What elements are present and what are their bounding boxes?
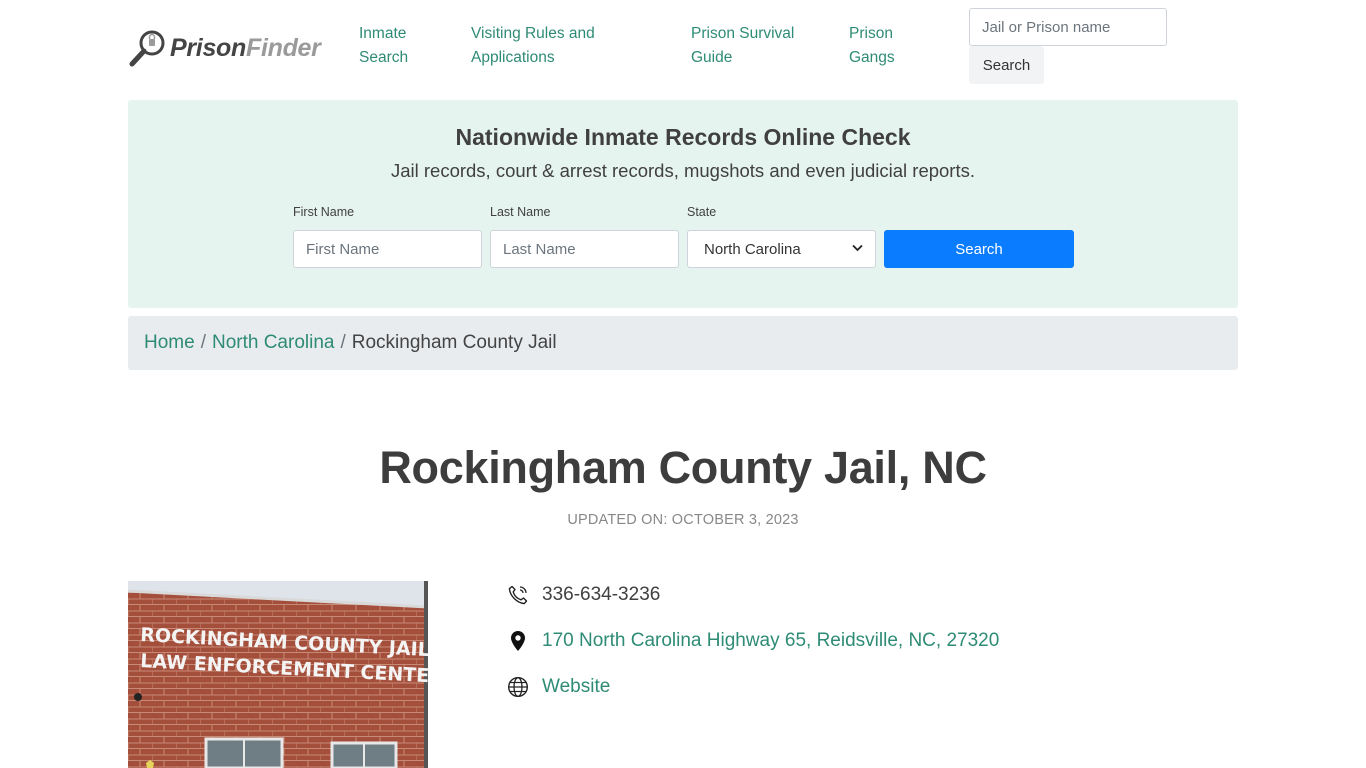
state-label: State xyxy=(687,205,717,219)
breadcrumb: Home / North Carolina / Rockingham Count… xyxy=(128,316,1238,370)
inmate-search-button[interactable]: Search xyxy=(884,230,1074,268)
prison-search-button[interactable]: Search xyxy=(969,46,1044,84)
breadcrumb-home[interactable]: Home xyxy=(144,332,195,354)
nav-visiting-rules[interactable]: Visiting Rules and Applications xyxy=(471,22,595,70)
globe-icon xyxy=(507,676,529,698)
nav-prison-survival-guide[interactable]: Prison Survival Guide xyxy=(691,22,794,70)
magnifier-logo-icon xyxy=(129,30,165,67)
panel-title: Nationwide Inmate Records Online Check xyxy=(455,124,911,150)
panel-subtitle: Jail records, court & arrest records, mu… xyxy=(390,160,976,181)
nav-inmate-search[interactable]: Inmate Search xyxy=(359,22,408,70)
phone-number[interactable]: 336-634-3236 xyxy=(542,584,660,606)
website-link[interactable]: Website xyxy=(542,676,610,698)
nav-prison-gangs[interactable]: Prison Gangs xyxy=(849,22,895,70)
last-name-label: Last Name xyxy=(490,205,551,219)
facility-photo: ROCKINGHAM COUNTY JAIL & LAW ENFORCEMENT… xyxy=(128,581,428,768)
address-link[interactable]: 170 North Carolina Highway 65, Reidsvill… xyxy=(542,630,999,652)
first-name-input[interactable] xyxy=(293,230,482,268)
last-name-input[interactable] xyxy=(490,230,679,268)
breadcrumb-state[interactable]: North Carolina xyxy=(212,332,335,354)
breadcrumb-separator: / xyxy=(340,332,346,353)
state-select[interactable]: North Carolina xyxy=(687,230,876,268)
prison-search-input[interactable] xyxy=(969,8,1167,46)
contact-website-row: Website xyxy=(507,676,610,698)
state-selected-value: North Carolina xyxy=(704,240,801,258)
updated-date: UPDATED ON: OCTOBER 3, 2023 xyxy=(567,512,799,528)
phone-icon xyxy=(507,584,529,606)
breadcrumb-separator: / xyxy=(200,332,206,353)
page-title: Rockingham County Jail, NC xyxy=(379,442,987,493)
inmate-check-panel: Nationwide Inmate Records Online Check J… xyxy=(128,100,1238,308)
site-logo[interactable]: PrisonFinder xyxy=(128,26,338,70)
logo-text: PrisonFinder xyxy=(170,33,321,62)
breadcrumb-current: Rockingham County Jail xyxy=(351,332,557,353)
contact-address-row: 170 North Carolina Highway 65, Reidsvill… xyxy=(507,630,999,652)
map-pin-icon xyxy=(507,630,529,652)
chevron-down-icon xyxy=(852,243,863,255)
contact-phone-row: 336-634-3236 xyxy=(507,584,660,606)
first-name-label: First Name xyxy=(293,205,355,219)
